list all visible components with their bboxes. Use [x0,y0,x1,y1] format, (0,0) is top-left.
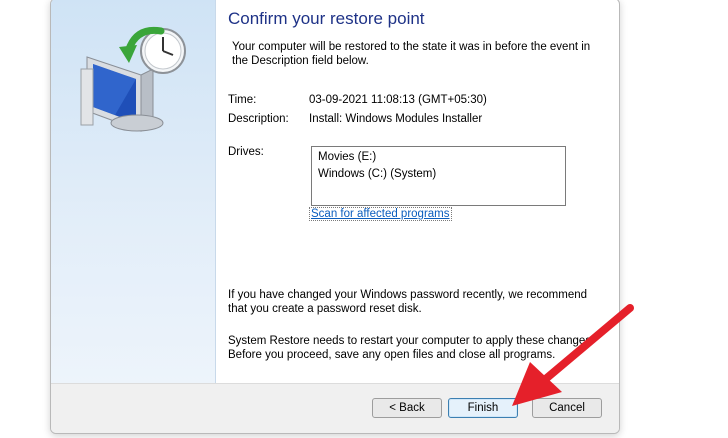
time-value: 03-09-2021 11:08:13 (GMT+05:30) [309,94,487,106]
description-value: Install: Windows Modules Installer [309,113,483,125]
time-label: Time: [228,94,257,106]
back-button[interactable]: < Back [372,398,442,418]
side-panel [51,0,216,383]
intro-text: Your computer will be restored to the st… [232,41,591,67]
drive-item-movies[interactable]: Movies (E:) [318,151,376,163]
page-title: Confirm your restore point [228,9,425,28]
description-label: Description: [228,113,289,125]
scan-affected-programs-link[interactable]: Scan for affected programs [309,207,452,221]
drives-label: Drives: [228,146,264,158]
drives-list[interactable]: Movies (E:) Windows (C:) (System) [311,146,566,206]
drive-item-windows[interactable]: Windows (C:) (System) [318,168,436,180]
red-pointer-arrow-icon [512,304,634,406]
system-restore-icon [79,19,189,144]
